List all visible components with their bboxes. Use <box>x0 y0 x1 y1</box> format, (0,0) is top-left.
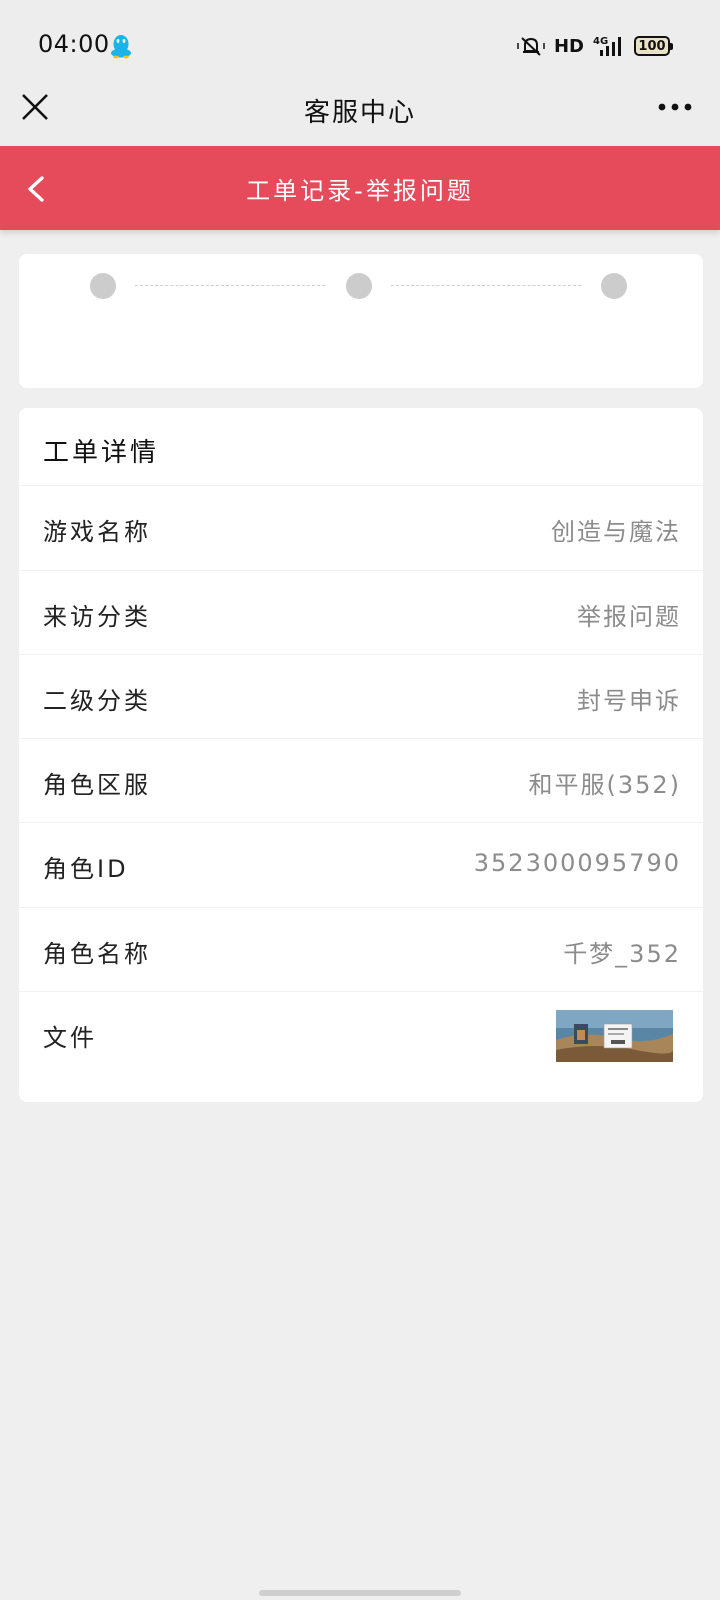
row-label: 二级分类 <box>43 687 151 715</box>
step-dot <box>346 273 372 299</box>
row-label: 角色区服 <box>43 771 151 799</box>
step-dot <box>601 273 627 299</box>
row-value: 创造与魔法 <box>551 518 681 546</box>
detail-row: 游戏名称 创造与魔法 <box>19 485 703 569</box>
signal-4g-icon: 4G <box>593 36 621 56</box>
row-label: 游戏名称 <box>43 518 151 546</box>
nav-title: 客服中心 <box>303 98 416 128</box>
row-label: 文件 <box>43 1024 97 1052</box>
row-label: 来访分类 <box>43 603 151 631</box>
row-value: 352300095790 <box>473 849 681 877</box>
ticket-detail-card: 工单详情 游戏名称 创造与魔法 来访分类 举报问题 二级分类 封号申诉 角色区服… <box>19 408 703 1102</box>
card-title: 工单详情 <box>43 438 160 468</box>
page-title: 工单记录-举报问题 <box>246 177 474 205</box>
mute-vibrate-icon <box>517 37 545 56</box>
app-nav-bar: 客服中心 <box>0 92 720 146</box>
row-value: 举报问题 <box>577 603 681 631</box>
step-connector <box>391 285 581 286</box>
row-value: 千梦_352 <box>563 940 681 968</box>
row-value: 封号申诉 <box>577 687 681 715</box>
step-dot <box>90 273 116 299</box>
svg-text:4G: 4G <box>593 36 608 47</box>
home-indicator[interactable] <box>259 1590 461 1596</box>
progress-card <box>19 254 703 388</box>
step-connector <box>135 285 325 286</box>
more-icon[interactable] <box>658 102 692 112</box>
row-value: 和平服(352) <box>528 771 681 799</box>
detail-row: 角色名称 千梦_352 <box>19 907 703 991</box>
detail-row: 二级分类 封号申诉 <box>19 654 703 738</box>
status-bar: 04:00 HD 4G 100 <box>0 0 720 92</box>
page-header: 工单记录-举报问题 <box>0 146 720 230</box>
detail-row-file: 文件 <box>19 991 703 1075</box>
qq-icon <box>111 35 131 59</box>
screenshot-thumbnail[interactable] <box>556 1010 673 1062</box>
detail-row: 来访分类 举报问题 <box>19 570 703 654</box>
battery-icon: 100 <box>634 36 673 56</box>
detail-row: 角色区服 和平服(352) <box>19 738 703 822</box>
row-label: 角色名称 <box>43 940 151 968</box>
status-icons: HD 4G 100 <box>516 33 673 59</box>
row-label: 角色ID <box>43 855 129 883</box>
network-hd-label: HD <box>553 35 584 57</box>
detail-row: 角色ID 352300095790 <box>19 822 703 906</box>
status-time: 04:00 <box>38 30 110 58</box>
